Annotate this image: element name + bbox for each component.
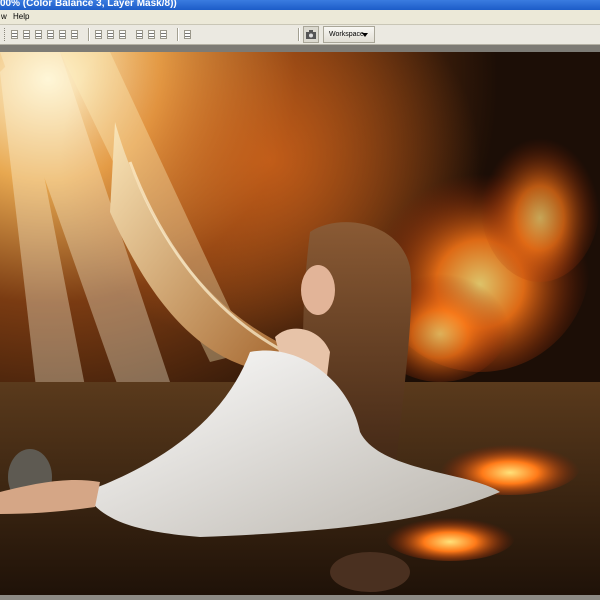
distribute-left-icon[interactable] [135, 29, 144, 40]
distribute-vertical-group [94, 29, 127, 40]
distribute-bottom-icon[interactable] [118, 29, 127, 40]
align-bottom-icon[interactable] [34, 29, 43, 40]
separator [88, 28, 90, 41]
distribute-top-icon[interactable] [94, 29, 103, 40]
workspace-dropdown[interactable]: Workspace [323, 26, 375, 43]
rock [330, 552, 410, 592]
document-canvas[interactable] [0, 52, 600, 595]
ground-fire [385, 513, 515, 561]
separator [298, 28, 300, 41]
align-vertical-group [10, 29, 43, 40]
face [301, 265, 335, 315]
window-title: 00% (Color Balance 3, Layer Mask/8)) [0, 0, 177, 9]
toolbar-grip[interactable] [4, 28, 7, 41]
distribute-hcenter-icon[interactable] [147, 29, 156, 40]
align-vcenter-icon[interactable] [22, 29, 31, 40]
align-hcenter-icon[interactable] [58, 29, 67, 40]
status-bar [0, 595, 600, 600]
menu-window[interactable]: w [1, 12, 7, 21]
menu-bar: w Help [0, 10, 600, 25]
camera-icon [306, 30, 316, 39]
menu-help[interactable]: Help [13, 12, 29, 21]
align-left-icon[interactable] [46, 29, 55, 40]
align-top-icon[interactable] [10, 29, 19, 40]
align-horizontal-group [46, 29, 79, 40]
auto-align-icon[interactable] [183, 29, 192, 40]
workspace-icon-button[interactable] [303, 26, 319, 43]
workspace-label: Workspace [329, 31, 364, 38]
chevron-down-icon [362, 33, 368, 37]
distribute-horizontal-group [135, 29, 168, 40]
separator [177, 28, 179, 41]
options-bar: Workspace [0, 25, 600, 45]
auto-align-group [183, 29, 192, 40]
document-tab-strip [0, 45, 600, 52]
distribute-vcenter-icon[interactable] [106, 29, 115, 40]
title-bar[interactable]: 00% (Color Balance 3, Layer Mask/8)) [0, 0, 600, 10]
align-right-icon[interactable] [70, 29, 79, 40]
distribute-right-icon[interactable] [159, 29, 168, 40]
artwork-image [0, 52, 600, 595]
